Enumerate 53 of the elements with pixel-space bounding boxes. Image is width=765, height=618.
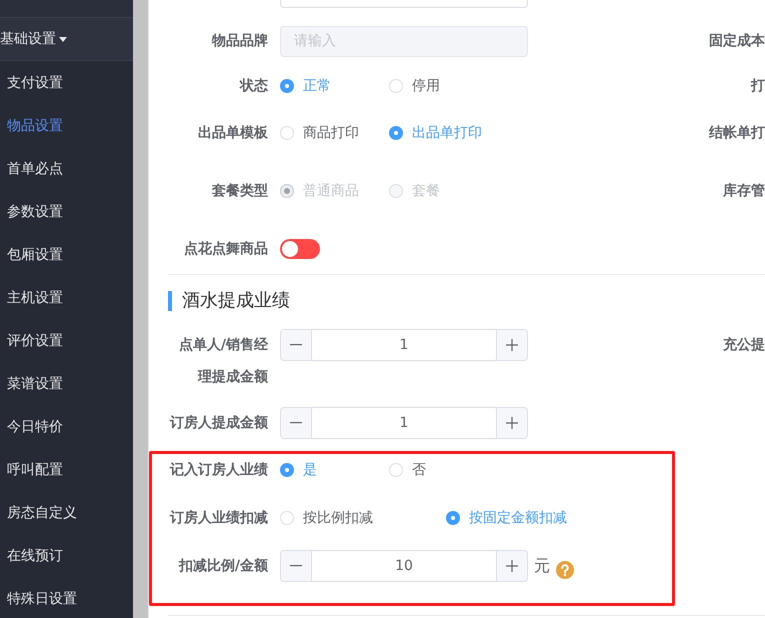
minus-icon (290, 344, 302, 346)
sidebar-item[interactable]: 菜谱设置 (0, 362, 133, 405)
radio-option[interactable]: 停用 (389, 77, 468, 95)
sidebar-item[interactable]: 首单必点 (0, 147, 133, 190)
field-label: 充公提 (723, 336, 765, 355)
toggle-switch[interactable] (280, 239, 320, 259)
decrement-button[interactable] (280, 329, 312, 361)
number-field[interactable]: 10 (312, 550, 496, 582)
field-label: 固定成本 (709, 32, 765, 51)
field-label: 订房人业绩扣减 (168, 508, 268, 528)
sidebar-item[interactable]: 呼叫配置 (0, 448, 133, 491)
field-label: 点花点舞商品 (183, 240, 268, 259)
field-label: 状态 (238, 77, 268, 96)
radio-option[interactable]: 否 (389, 461, 468, 479)
field-label: 记入订房人业绩 (168, 460, 268, 480)
field-label: 套餐类型 (211, 182, 268, 201)
sidebar-item[interactable]: 房态自定义 (0, 491, 133, 534)
plus-icon (506, 560, 518, 572)
minus-icon (290, 422, 302, 424)
sidebar-item[interactable]: 评价设置 (0, 319, 133, 362)
increment-button[interactable] (496, 550, 528, 582)
radio-option[interactable]: 商品打印 (280, 124, 359, 142)
unit-label: 元 (534, 555, 550, 577)
sidebar-item[interactable]: 今日特价 (0, 405, 133, 448)
section-title: 酒水提成业绩 (168, 291, 765, 311)
number-field[interactable]: 1 (312, 329, 496, 361)
field-label: 物品品牌 (210, 32, 268, 51)
text-input[interactable] (280, 0, 528, 8)
sidebar-item[interactable]: 参数设置 (0, 190, 133, 233)
minus-icon (290, 565, 302, 567)
sidebar-item[interactable]: 包厢设置 (0, 233, 133, 276)
field-label: 库存管 (723, 182, 765, 201)
field-label: 扣减比例/金额 (178, 556, 268, 576)
increment-button[interactable] (496, 407, 528, 439)
field-label: 打 (751, 77, 765, 96)
plus-icon (506, 417, 518, 429)
sidebar-item[interactable]: 主机设置 (0, 276, 133, 319)
field-label: 结帐单打 (709, 124, 765, 143)
sidebar-item[interactable]: 支付设置 (0, 61, 133, 104)
plus-icon (506, 339, 518, 351)
sidebar-item[interactable]: 特殊日设置 (0, 577, 133, 618)
sidebar-item[interactable]: 在线预订 (0, 534, 133, 577)
decrement-button[interactable] (280, 407, 312, 439)
number-field[interactable]: 1 (312, 407, 496, 439)
sidebar-item[interactable]: 物品设置 (0, 104, 133, 147)
field-label: 出品单模板 (197, 124, 268, 143)
help-icon[interactable] (556, 560, 574, 578)
field-label: 订房人提成金额 (168, 414, 268, 433)
field-label: 点单人/销售经理提成金额 (178, 336, 268, 387)
radio-option[interactable]: 按比例扣减 (280, 509, 416, 527)
decrement-button[interactable] (280, 550, 312, 582)
menu-group[interactable]: 基础设置 (0, 18, 133, 61)
increment-button[interactable] (496, 329, 528, 361)
